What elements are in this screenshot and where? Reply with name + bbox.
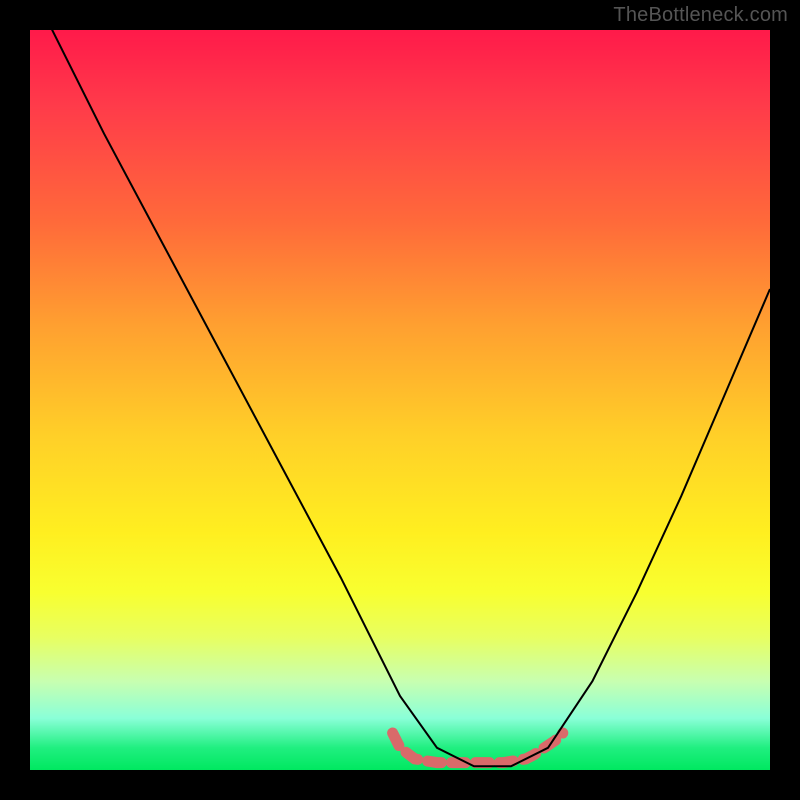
chart-svg — [30, 30, 770, 770]
bottleneck-curve — [30, 30, 770, 766]
watermark-text: TheBottleneck.com — [613, 4, 788, 27]
plot-area — [30, 30, 770, 770]
bottom-marker — [393, 733, 563, 763]
